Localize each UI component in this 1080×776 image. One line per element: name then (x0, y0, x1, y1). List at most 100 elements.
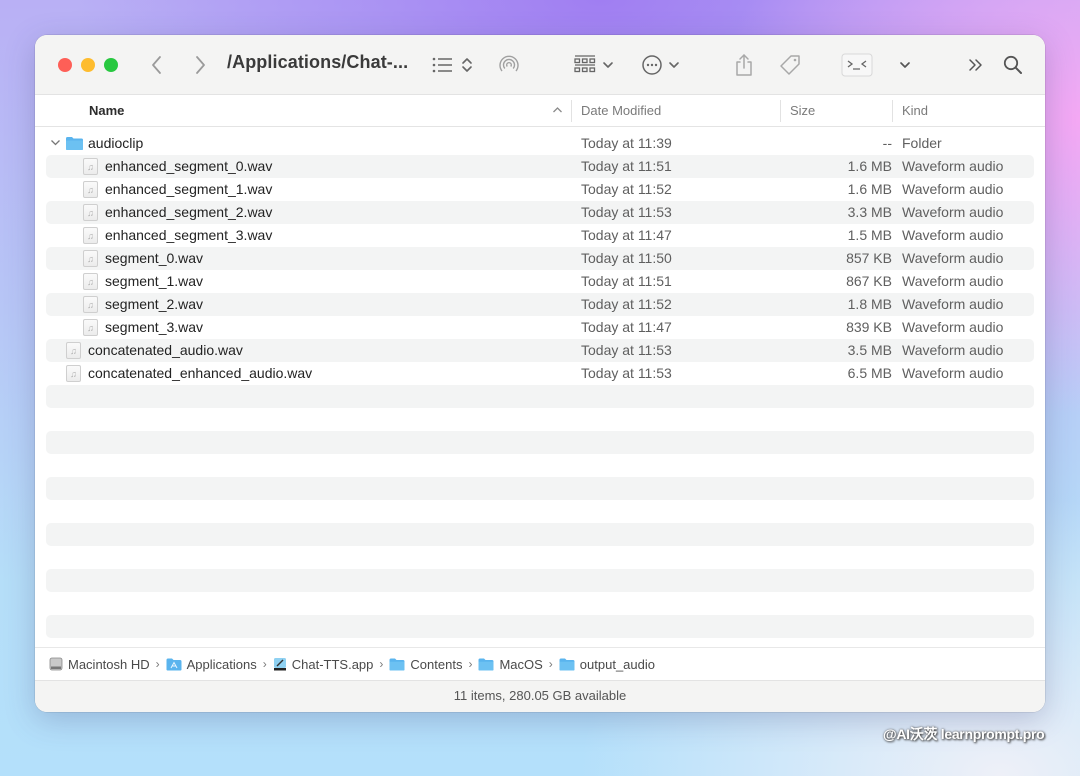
search-button[interactable] (1002, 50, 1024, 80)
minimize-button[interactable] (81, 58, 95, 72)
file-kind: Waveform audio (902, 158, 1004, 174)
file-row[interactable]: ♫ enhanced_segment_0.wav Today at 11:51 1.6… (46, 155, 1034, 178)
path-separator-icon: › (155, 657, 160, 671)
file-row[interactable]: ♫ concatenated_audio.wav Today at 11:53 3.5… (46, 339, 1034, 362)
terminal-icon (841, 53, 873, 77)
date-modified: Today at 11:51 (581, 158, 672, 174)
date-modified: Today at 11:39 (581, 135, 672, 151)
file-size: 867 KB (846, 273, 892, 289)
airdrop-button[interactable] (497, 50, 521, 80)
file-kind: Waveform audio (902, 181, 1004, 197)
folder-icon (65, 136, 84, 151)
file-row[interactable]: ♫ enhanced_segment_2.wav Today at 11:53 3.3… (46, 201, 1034, 224)
column-divider[interactable] (780, 100, 781, 122)
date-modified: Today at 11:47 (581, 227, 672, 243)
empty-row (46, 385, 1034, 408)
file-kind: Waveform audio (902, 365, 1004, 381)
file-row[interactable]: ♫ segment_1.wav Today at 11:51 867 KB Wavefo… (46, 270, 1034, 293)
file-kind: Waveform audio (902, 204, 1004, 220)
zoom-button[interactable] (104, 58, 118, 72)
terminal-menu-button[interactable] (897, 50, 913, 80)
back-button[interactable] (147, 50, 167, 80)
file-row[interactable]: ♫ segment_0.wav Today at 11:50 857 KB Wavefo… (46, 247, 1034, 270)
disclosure-chevron-icon[interactable] (50, 139, 61, 147)
path-crumb-label: output_audio (579, 656, 655, 672)
list-view-icon (432, 57, 472, 73)
applications-folder-icon (166, 658, 182, 671)
column-size-header[interactable]: Size (790, 103, 815, 118)
action-button[interactable] (641, 50, 685, 80)
date-modified: Today at 11:47 (581, 319, 672, 335)
file-size: 3.5 MB (847, 342, 892, 358)
file-name: enhanced_segment_3.wav (105, 227, 273, 243)
audio-file-icon: ♫ (83, 250, 98, 267)
file-kind: Waveform audio (902, 319, 1004, 335)
file-size: 1.5 MB (847, 227, 892, 243)
path-crumb[interactable]: Applications (166, 657, 257, 672)
empty-row (46, 523, 1034, 546)
path-crumb[interactable]: Contents (389, 657, 462, 672)
file-kind: Waveform audio (902, 273, 1004, 289)
date-modified: Today at 11:53 (581, 204, 672, 220)
file-size: 857 KB (846, 250, 892, 266)
terminal-button[interactable] (841, 50, 873, 80)
file-name: enhanced_segment_1.wav (105, 181, 273, 197)
folder-row[interactable]: audioclip Today at 11:39 -- Folder (46, 132, 1034, 155)
file-name: concatenated_enhanced_audio.wav (88, 365, 313, 381)
column-date-header[interactable]: Date Modified (581, 103, 661, 118)
folder-icon (559, 658, 575, 671)
forward-button[interactable] (190, 50, 210, 80)
share-icon (736, 54, 752, 76)
file-size: 1.6 MB (847, 158, 892, 174)
search-icon (1003, 55, 1022, 74)
date-modified: Today at 11:50 (581, 250, 672, 266)
group-button[interactable] (573, 50, 617, 80)
column-name-header[interactable]: Name (89, 103, 124, 118)
path-crumb[interactable]: output_audio (559, 657, 655, 672)
file-row[interactable]: ♫ segment_2.wav Today at 11:52 1.8 MB Wavefo… (46, 293, 1034, 316)
file-row[interactable]: ♫ enhanced_segment_1.wav Today at 11:52 1.6… (46, 178, 1034, 201)
file-name: enhanced_segment_0.wav (105, 158, 273, 174)
path-separator-icon: › (262, 657, 267, 671)
tag-button[interactable] (777, 50, 803, 80)
column-divider[interactable] (892, 100, 893, 122)
grid-group-icon (574, 55, 613, 73)
sort-ascending-icon[interactable] (552, 103, 563, 117)
file-row[interactable]: ♫ enhanced_segment_3.wav Today at 11:47 1.5… (46, 224, 1034, 247)
path-crumb-label: Contents (410, 656, 463, 672)
file-row[interactable]: ♫ concatenated_enhanced_audio.wav Today at… (46, 362, 1034, 385)
file-name: audioclip (88, 135, 144, 151)
window-title: /Applications/Chat-... (227, 52, 409, 72)
more-toolbar-button[interactable] (967, 50, 985, 80)
file-size: -- (882, 135, 892, 151)
column-kind-header[interactable]: Kind (902, 103, 928, 118)
chevron-left-icon (152, 56, 161, 74)
finder-window: /Applications/Chat-... Name Date Modifie… (35, 35, 1045, 712)
chevron-down-icon (900, 62, 910, 68)
path-crumb[interactable]: MacOS (478, 657, 543, 672)
file-kind: Waveform audio (902, 342, 1004, 358)
close-button[interactable] (58, 58, 72, 72)
date-modified: Today at 11:52 (581, 296, 672, 312)
file-kind: Waveform audio (902, 227, 1004, 243)
path-separator-icon: › (468, 657, 473, 671)
column-divider[interactable] (571, 100, 572, 122)
file-kind: Waveform audio (902, 250, 1004, 266)
file-name: segment_3.wav (105, 319, 204, 335)
path-crumb[interactable]: Chat-TTS.app (273, 657, 373, 672)
path-crumb-label: Macintosh HD (68, 656, 150, 672)
path-crumb-label: Applications (186, 656, 257, 672)
file-size: 6.5 MB (847, 365, 892, 381)
file-row[interactable]: ♫ segment_3.wav Today at 11:47 839 KB Wavefo… (46, 316, 1034, 339)
status-bar: 11 items, 280.05 GB available (35, 680, 1045, 712)
view-options-button[interactable] (431, 50, 477, 80)
path-crumb[interactable]: Macintosh HD (49, 657, 150, 672)
audio-file-icon: ♫ (83, 296, 98, 313)
file-kind: Waveform audio (902, 296, 1004, 312)
audio-file-icon: ♫ (66, 342, 81, 359)
airdrop-icon (499, 55, 519, 72)
share-button[interactable] (733, 50, 755, 80)
empty-row (46, 408, 1034, 431)
chevron-right-icon (196, 56, 205, 74)
column-header: Name Date Modified Size Kind (35, 95, 1045, 127)
